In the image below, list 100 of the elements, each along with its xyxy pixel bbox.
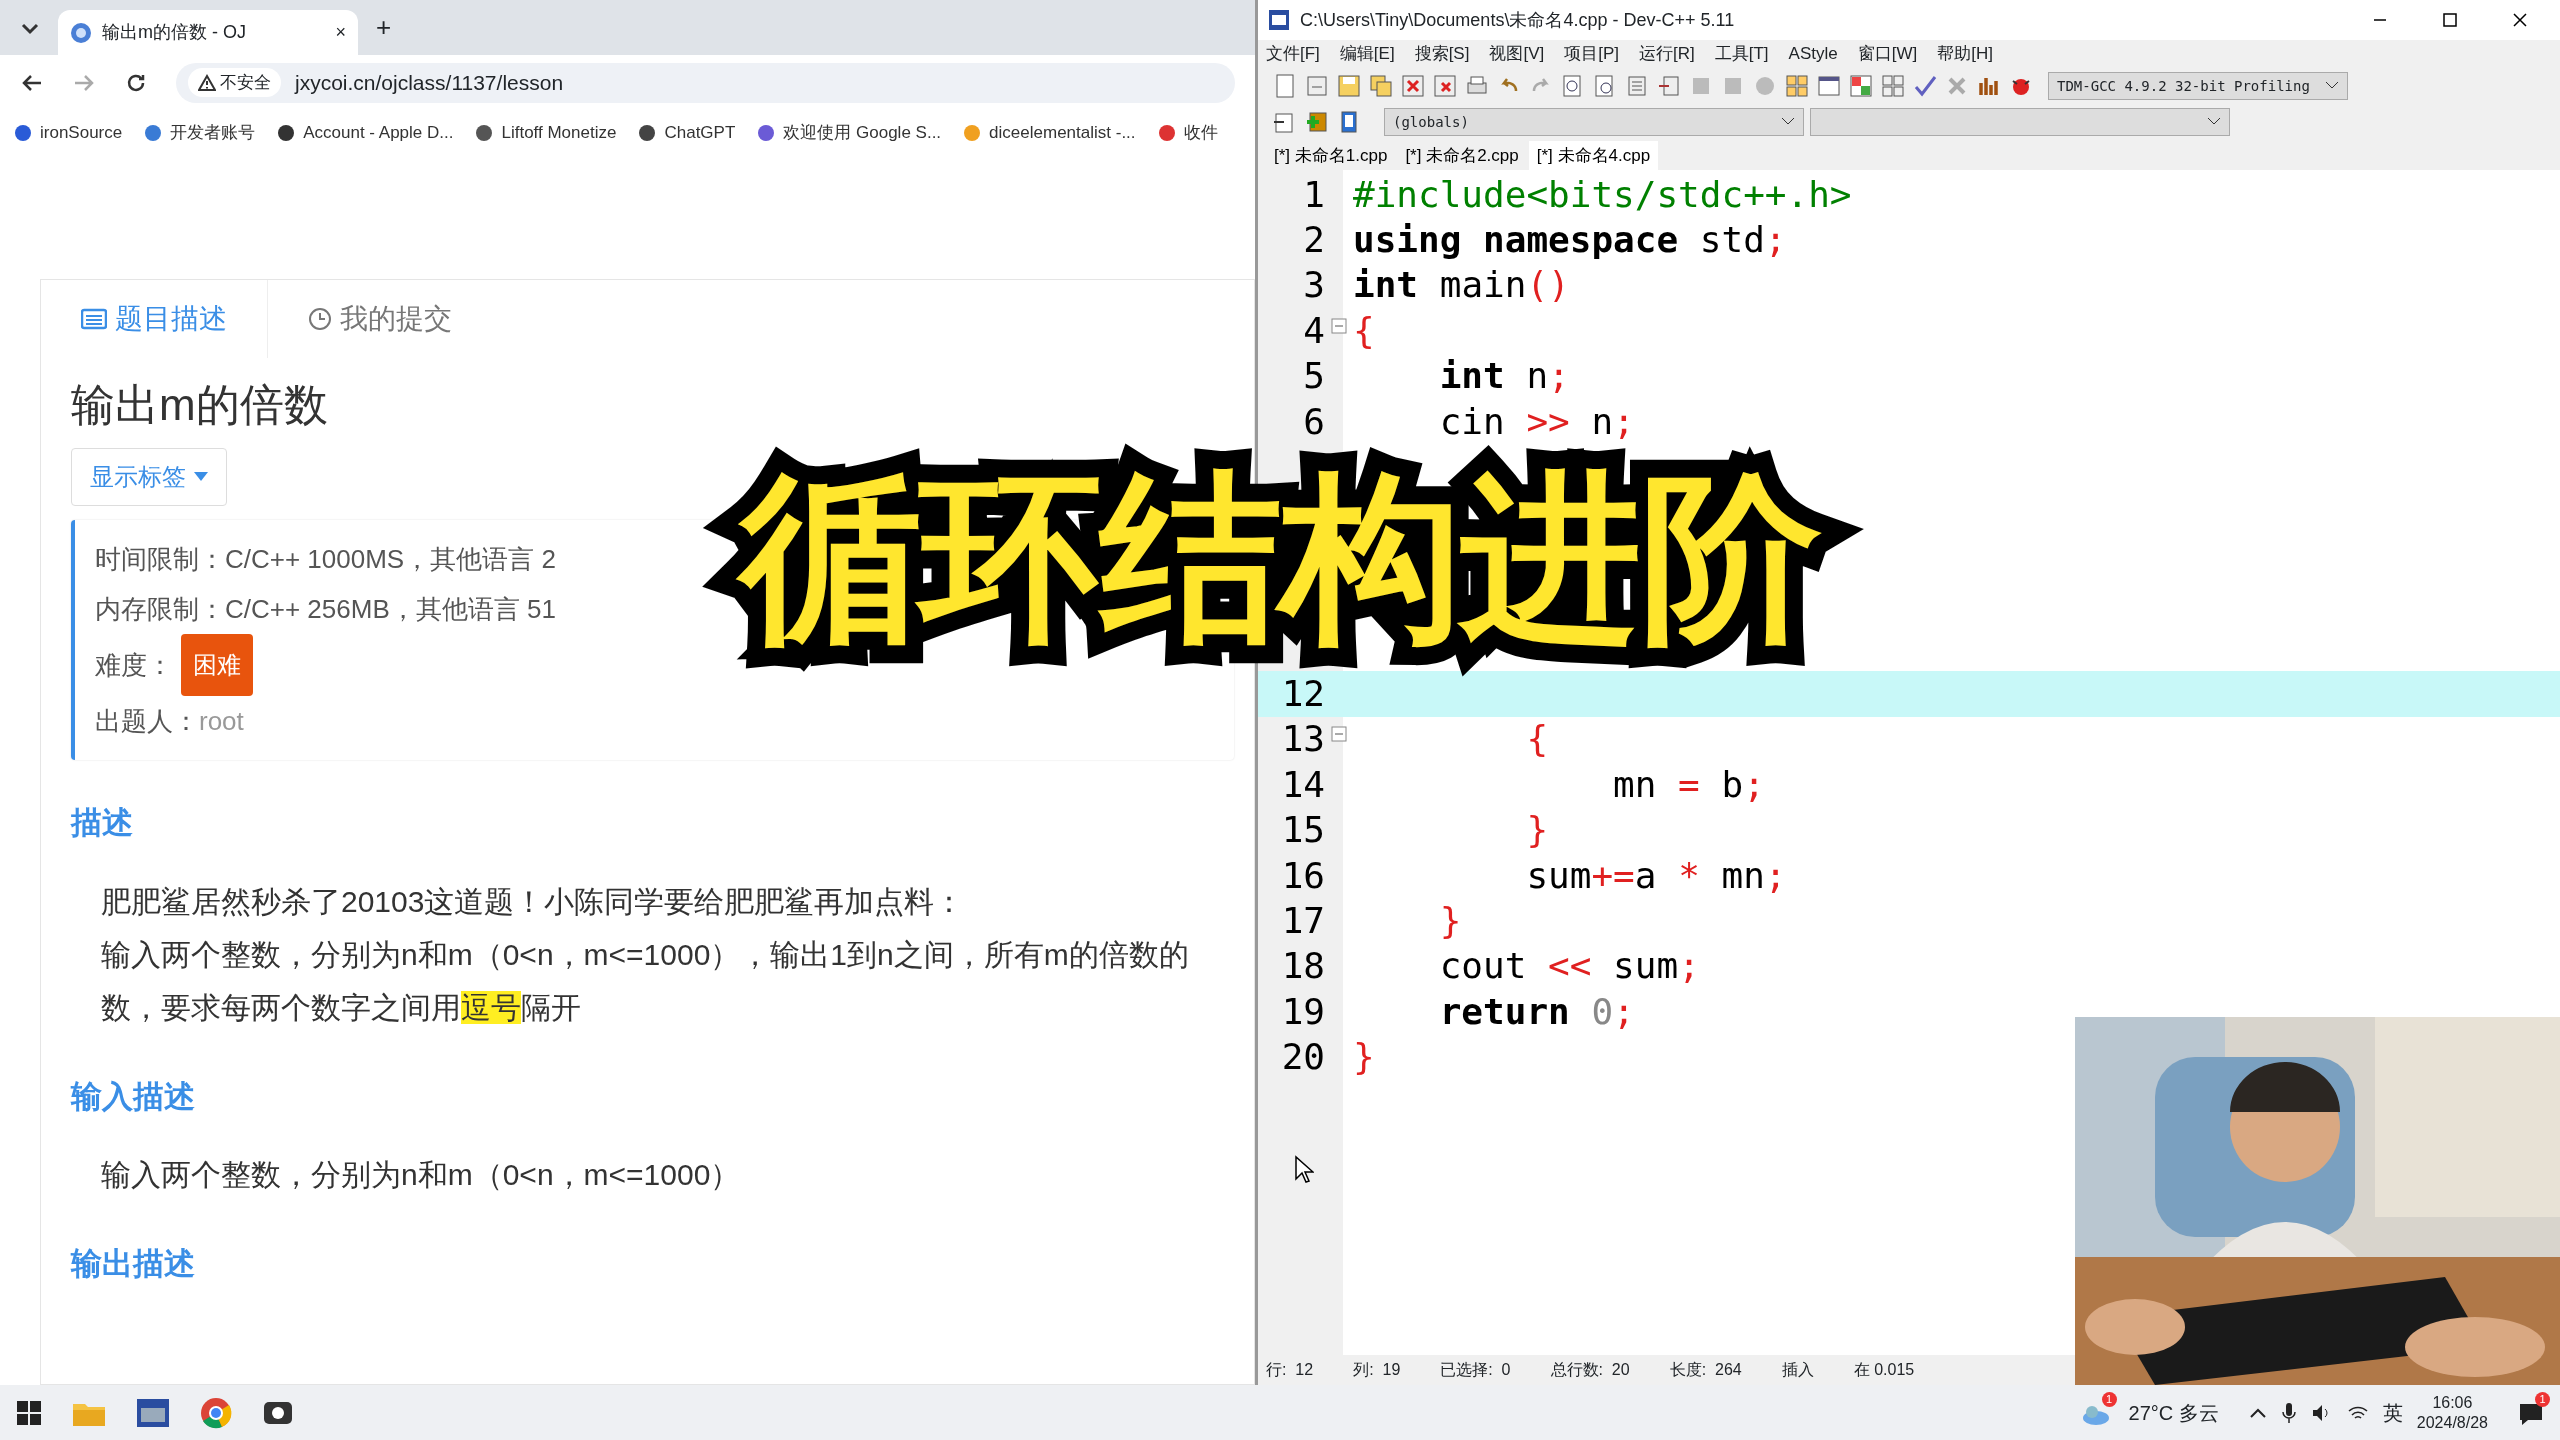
microphone-icon[interactable] [2280, 1401, 2297, 1424]
chevron-icon [2325, 81, 2339, 91]
notification-icon[interactable] [2518, 1402, 2544, 1427]
status-text: 总行数: 20 [1550, 1360, 1630, 1380]
menu-item[interactable]: AStyle [1788, 41, 1838, 67]
status-text: 长度: 264 [1669, 1360, 1742, 1380]
difficulty-label: 难度： [95, 649, 173, 682]
code-line: mn = b; [1612, 762, 1765, 807]
description-text: 输入两个整数，分别为n和m（0<n，m<=1000） [100, 1157, 742, 1193]
new-tab-button[interactable]: + [376, 8, 392, 47]
bookmark-icon [277, 123, 296, 142]
close-all-icon[interactable] [1432, 73, 1458, 99]
weather-text: 27°C 多云 [2128, 1400, 2219, 1426]
window-title: C:\Users\Tiny\Documents\未命名4.cpp - Dev-C++ 5.11 [1300, 8, 1735, 32]
url-field[interactable]: jxycoi.cn/ojclass/1137/lesson [295, 66, 564, 99]
code-line: { [1525, 717, 1549, 762]
menu-item[interactable]: 视图[V] [1489, 41, 1545, 67]
problem-title: 输出m的倍数 [71, 379, 329, 431]
security-chip[interactable]: 不安全 [188, 67, 281, 98]
problem-tab[interactable]: 我的提交 [268, 280, 492, 358]
limit-text: 内存限制：C/C++ 256MB，其他语言 51 [95, 593, 557, 626]
chevron-icon [1781, 117, 1795, 127]
line-number: 16 [1281, 854, 1325, 896]
line-number: 15 [1281, 809, 1325, 851]
bookmark[interactable]: ironSource [14, 119, 123, 146]
bookmark[interactable]: 收件 [1157, 119, 1218, 146]
mouse-pointer-icon [1294, 1155, 1314, 1183]
file-tab[interactable]: [*] 未命名4.cpp [1528, 140, 1659, 170]
bookmark[interactable]: diceelementalist -... [963, 119, 1136, 146]
tiles-icon[interactable] [1784, 73, 1810, 99]
menu-item[interactable]: 搜索[S] [1414, 41, 1470, 67]
file-tab[interactable]: [*] 未命名2.cpp [1397, 140, 1527, 170]
code-line: } [1525, 808, 1549, 853]
section-heading: 输入描述 [71, 1077, 196, 1116]
line-number: 3 [1303, 264, 1325, 306]
code-line: using namespace std; [1352, 218, 1787, 263]
section-heading: 输出描述 [71, 1245, 196, 1283]
bookmark[interactable]: ChatGPT [638, 119, 736, 146]
dev-app-icon[interactable] [136, 1397, 170, 1428]
compiler-dropdown[interactable]: TDM-GCC 4.9.2 32-bit Profiling [2048, 72, 2348, 100]
status-text: 在 0.015 [1853, 1360, 1915, 1380]
line-number: 20 [1281, 1036, 1325, 1078]
chrome-icon[interactable] [200, 1396, 232, 1429]
status-text: 列: 19 [1353, 1360, 1401, 1380]
bookmark[interactable]: 欢迎使用 Google S... [757, 119, 942, 146]
code-line: cin >> n; [1438, 399, 1635, 444]
bookmark[interactable]: Liftoff Monetize [475, 119, 617, 146]
menu-item[interactable]: 编辑[E] [1339, 41, 1395, 67]
code-line: int main() [1352, 263, 1570, 308]
menu-item[interactable]: 帮助[H] [1937, 41, 1993, 67]
code-line: return 0; [1438, 989, 1635, 1034]
close-tab-button[interactable]: × [335, 19, 346, 46]
globe-icon [70, 21, 92, 44]
windows-start-icon[interactable] [16, 1399, 42, 1426]
list-icon [81, 308, 107, 330]
status-text: 插入 [1781, 1360, 1814, 1380]
save-icon[interactable] [1336, 73, 1362, 99]
menu-item[interactable]: 工具[T] [1714, 41, 1769, 67]
layout-icon[interactable] [1880, 73, 1906, 99]
add-icon[interactable] [1304, 109, 1330, 135]
menu-item[interactable]: 运行[R] [1639, 41, 1695, 67]
bookmark-icon [757, 123, 776, 142]
clock-time: 16:06 [2431, 1392, 2474, 1413]
line-number: 19 [1281, 990, 1325, 1032]
line-number: 5 [1303, 355, 1325, 397]
line-number: 17 [1281, 899, 1325, 941]
notification-badge: 1 [2535, 1391, 2550, 1407]
input-method-indicator[interactable]: 英 [2382, 1397, 2403, 1428]
difficulty-tag: 困难 [181, 634, 253, 696]
code-line: #include<bits/stdc++.h> [1352, 172, 1852, 217]
fold-icon[interactable] [1331, 317, 1347, 334]
author-name: root [199, 705, 244, 738]
scope-dropdown[interactable]: (globals) [1384, 108, 1804, 136]
window-icon[interactable] [1816, 73, 1842, 99]
file-tab[interactable]: [*] 未命名1.cpp [1266, 140, 1396, 170]
open-file-icon[interactable] [1304, 73, 1330, 99]
code-line: } [1352, 1035, 1375, 1080]
check-icon[interactable] [1912, 73, 1938, 99]
save-all-icon[interactable] [1368, 73, 1394, 99]
description-text: 输入两个整数，分别为n和m（0<n，m<=1000），输出1到n之间，所有m的倍数的数，要求每两个数字之间用逗号隔开 [100, 936, 1190, 1026]
bookmark-icon [475, 123, 494, 142]
bookmark-icon [144, 123, 163, 142]
grid-icon[interactable] [1848, 73, 1874, 99]
fold-icon[interactable] [1331, 726, 1347, 743]
bookmark[interactable]: Account - Apple D... [277, 119, 454, 146]
code-line: { [1352, 308, 1375, 353]
close-file-icon[interactable] [1400, 73, 1426, 99]
code-line: } [1438, 898, 1462, 943]
menu-item[interactable]: 项目[P] [1564, 41, 1620, 67]
menu-item[interactable]: 文件[F] [1266, 41, 1320, 67]
alert-badge: 1 [2101, 1391, 2117, 1407]
line-number: 18 [1281, 945, 1325, 987]
line-number: 2 [1303, 219, 1325, 261]
status-text: 已选择: 0 [1440, 1360, 1511, 1380]
bookmark[interactable]: 开发者账号 [144, 119, 256, 146]
description-text: 肥肥鲨居然秒杀了20103这道题！小陈同学要给肥肥鲨再加点料： [100, 883, 966, 920]
line-number: 6 [1303, 400, 1325, 442]
unindent-icon[interactable] [1656, 73, 1682, 99]
menu-item[interactable]: 窗口[W] [1857, 41, 1918, 67]
browser-tab[interactable]: 输出m的倍数 - OJ × [58, 10, 358, 55]
